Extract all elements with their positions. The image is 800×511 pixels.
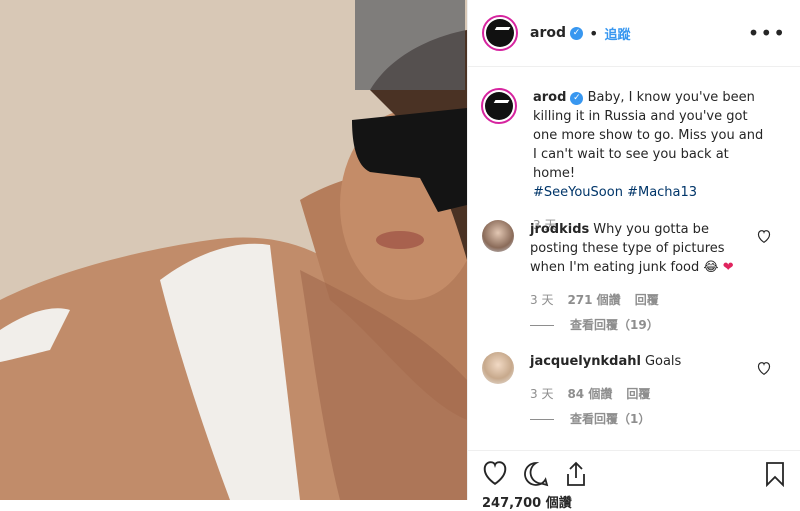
header-username[interactable]: arod [530,25,566,41]
share-icon[interactable] [564,461,588,487]
comment-avatar[interactable] [482,220,514,252]
follow-button[interactable]: 追蹤 [604,24,630,43]
view-replies-button[interactable]: 查看回覆（1） [530,410,750,429]
comment-item: jrodkids Why you gotta be posting these t… [482,220,782,335]
view-replies-label: 查看回覆（19） [570,318,659,332]
comment-text: Goals [644,354,682,369]
separator-dot: • [589,23,599,43]
comment-username[interactable]: jacquelynkdahl [530,354,641,369]
caption-username[interactable]: arod [533,90,566,105]
post-photo [0,0,467,500]
comment-username[interactable]: jrodkids [530,222,589,237]
bookmark-icon[interactable] [764,461,786,487]
more-options-icon[interactable]: ••• [748,21,786,45]
comment-time: 3 天 [530,387,554,401]
post-header: arod ✓ • 追蹤 ••• [468,0,800,67]
comment-like-heart-icon[interactable] [757,230,771,243]
replies-divider [530,419,554,420]
user-avatar[interactable] [482,15,518,51]
post-caption: arod ✓ Baby, I know you've been killing i… [481,88,786,235]
likes-count[interactable]: 247,700 個讚 [482,492,572,511]
caption-text: Baby, I know you've been killing it in R… [533,90,764,181]
view-replies-label: 查看回覆（1） [570,412,651,426]
comment-time: 3 天 [530,293,554,307]
comment-avatar[interactable] [482,352,514,384]
comment-reply-button[interactable]: 回覆 [626,385,650,404]
comment-likes[interactable]: 271 個讚 [567,291,620,310]
comment-bubble-icon[interactable] [523,461,549,487]
verified-badge-icon: ✓ [570,26,583,40]
replies-divider [530,325,554,326]
comment-item: jacquelynkdahl Goals 3 天 84 個讚 回覆 查看回覆（1） [482,352,782,429]
caption-hashtags[interactable]: #SeeYouSoon #Macha13 [533,185,697,200]
caption-avatar[interactable] [481,88,517,124]
comment-reply-button[interactable]: 回覆 [635,291,659,310]
comment-like-heart-icon[interactable] [757,362,771,375]
heart-emoji: ❤ [722,260,734,275]
comment-likes[interactable]: 84 個讚 [567,385,612,404]
view-replies-button[interactable]: 查看回覆（19） [530,316,750,335]
like-heart-icon[interactable] [482,461,508,485]
photo-illustration [0,0,467,500]
caption-verified-icon: ✓ [570,92,584,105]
